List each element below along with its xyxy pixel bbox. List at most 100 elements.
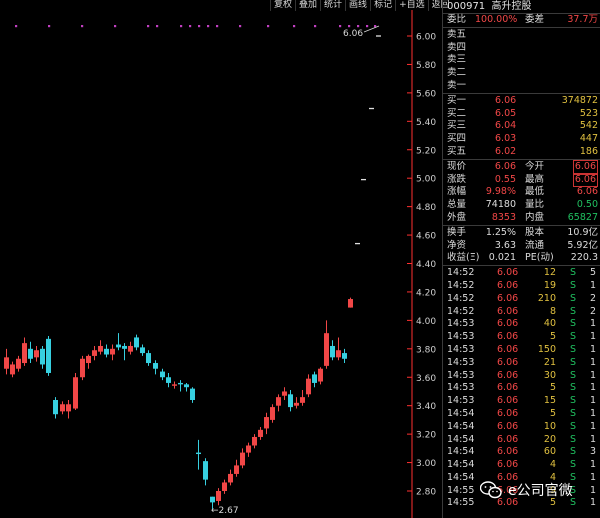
- fundamental-value: 5.92亿: [567, 239, 598, 251]
- info-value: 9.98%: [485, 186, 516, 198]
- tick-row: 14:54 6.06 4 S 1: [443, 459, 600, 472]
- candle-body: [153, 363, 158, 369]
- tick-time: 14:54: [447, 407, 475, 419]
- tick-volume: 40: [543, 318, 556, 330]
- candle-body: [66, 404, 71, 412]
- tick-count: 1: [589, 459, 596, 471]
- candle-body: [330, 345, 335, 358]
- buy-level-label: 买四: [447, 133, 467, 145]
- order-ratio-row: 委比 100.00% 委差 37.7万: [443, 14, 600, 27]
- tick-row: 14:54 6.06 60 S 3: [443, 446, 600, 459]
- tick-price: 6.06: [497, 420, 519, 432]
- tick-price: 6.06: [497, 407, 519, 419]
- candle-body: [270, 407, 275, 420]
- mark-button[interactable]: 标记: [370, 0, 395, 11]
- info-row: 外盘 8353 内盘 65827: [443, 212, 600, 225]
- marker-dot: [207, 25, 210, 28]
- marker-dot: [357, 25, 360, 28]
- tick-side: S: [569, 318, 576, 330]
- low-price-label: ←2.67: [211, 506, 239, 516]
- candle-body: [258, 429, 263, 437]
- order-ratio-value: 100.00%: [475, 14, 518, 25]
- info-label: 涨跌: [447, 173, 467, 185]
- tick-count: 1: [589, 331, 596, 343]
- info-value: 8353: [491, 211, 516, 223]
- y-tick-label: 4.40: [416, 260, 436, 270]
- buy-price: 6.02: [495, 145, 517, 157]
- fundamental-label: PE(动): [525, 252, 554, 264]
- draw-line-button[interactable]: 画线: [345, 0, 370, 11]
- high-price-label: 6.06: [343, 29, 363, 39]
- tick-count: 1: [589, 356, 596, 368]
- marker-dot: [156, 25, 159, 28]
- candle-body: [104, 348, 109, 355]
- fundamental-label: 净资: [447, 239, 467, 251]
- fundamental-value: 10.9亿: [567, 226, 598, 238]
- tick-volume: 60: [543, 446, 556, 458]
- order-diff-label: 委差: [525, 14, 545, 25]
- tick-row: 14:53 6.06 5 S 1: [443, 331, 600, 344]
- tick-side: S: [569, 433, 576, 445]
- candlestick-chart[interactable]: 6.00 5.80 5.60 5.40 5.20 5.00 4.80 4.60 4.40 4.20…: [0, 0, 442, 518]
- info-value: 65827: [567, 211, 598, 223]
- watermark-text: e公司官微: [508, 483, 573, 499]
- buy-volume: 542: [579, 120, 598, 132]
- marker-dot: [267, 25, 270, 28]
- sell-level-label: 卖四: [447, 41, 467, 53]
- info-label: 现价: [447, 160, 467, 172]
- y-tick-label: 3.00: [416, 459, 436, 469]
- tick-count: 1: [589, 369, 596, 381]
- tick-price: 6.06: [497, 279, 519, 291]
- tick-row: 14:53 6.06 15 S 1: [443, 395, 600, 408]
- tick-volume: 5: [549, 382, 556, 394]
- candle-body: [60, 404, 65, 412]
- tick-side: S: [569, 292, 576, 304]
- tick-volume: 21: [543, 356, 556, 368]
- info-label: 最低: [525, 186, 545, 198]
- tick-count: 1: [589, 484, 596, 496]
- marker-dot: [314, 25, 317, 28]
- candle-body: [240, 452, 245, 466]
- statistics-button[interactable]: 统计: [320, 0, 345, 11]
- candle-body: [300, 397, 305, 403]
- order-ratio-label: 委比: [447, 14, 467, 25]
- sell-orders: 卖五 卖四 卖三 卖二 卖一: [443, 26, 600, 93]
- candle-body: [264, 417, 269, 429]
- wechat-icon: [480, 481, 502, 499]
- tick-price: 6.06: [497, 318, 519, 330]
- buy-price: 6.06: [495, 94, 517, 106]
- tick-side: S: [569, 420, 576, 432]
- candle-body: [28, 348, 33, 359]
- tick-side: S: [569, 369, 576, 381]
- tick-side: S: [569, 305, 576, 317]
- candle-body: [86, 355, 91, 364]
- tick-count: 5: [589, 267, 596, 279]
- stock-title: 000971 高升控股: [443, 0, 600, 14]
- candle-body: [172, 384, 177, 386]
- add-watchlist-button[interactable]: +自选: [395, 0, 428, 11]
- y-tick-label: 2.80: [416, 488, 436, 498]
- marker-dot: [147, 25, 150, 28]
- tick-time: 14:52: [447, 267, 475, 279]
- tick-time: 14:53: [447, 395, 475, 407]
- buy-volume: 186: [579, 145, 598, 157]
- sell-level-label: 卖五: [447, 28, 467, 40]
- candle-body: [216, 491, 221, 501]
- candle-body: [184, 384, 189, 388]
- buy-volume: 374872: [561, 94, 598, 106]
- tick-price: 6.06: [497, 369, 519, 381]
- fundamental-value: 0.021: [488, 252, 516, 264]
- tick-list[interactable]: 14:52 6.06 12 S 5 14:52 6.06 19 S 1 14:52 6.06 210 S 2…: [443, 265, 600, 510]
- fundamental-row: 换手 1.25% 股本 10.9亿: [443, 227, 600, 240]
- tick-row: 14:53 6.06 30 S 1: [443, 370, 600, 383]
- tick-row: 14:53 6.06 5 S 1: [443, 382, 600, 395]
- restore-rights-button[interactable]: 复权: [270, 0, 295, 11]
- overlay-button[interactable]: 叠加: [295, 0, 320, 11]
- candle-body: [252, 436, 257, 446]
- tick-time: 14:52: [447, 279, 475, 291]
- info-value: 6.06: [572, 172, 598, 188]
- candle-body: [73, 377, 78, 409]
- candle-body: [46, 338, 51, 373]
- candle-body: [282, 391, 287, 396]
- buy-row: 买二 6.05 523: [443, 108, 600, 121]
